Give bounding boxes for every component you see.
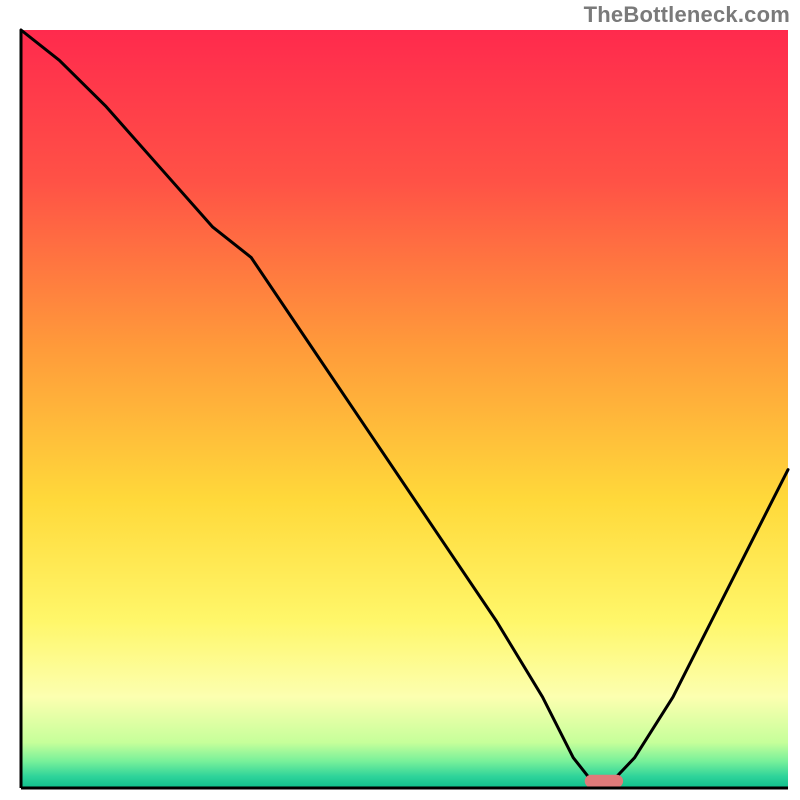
optimal-range-marker — [585, 775, 623, 788]
bottleneck-chart — [0, 0, 800, 800]
chart-stage: TheBottleneck.com — [0, 0, 800, 800]
heat-background — [21, 30, 788, 788]
